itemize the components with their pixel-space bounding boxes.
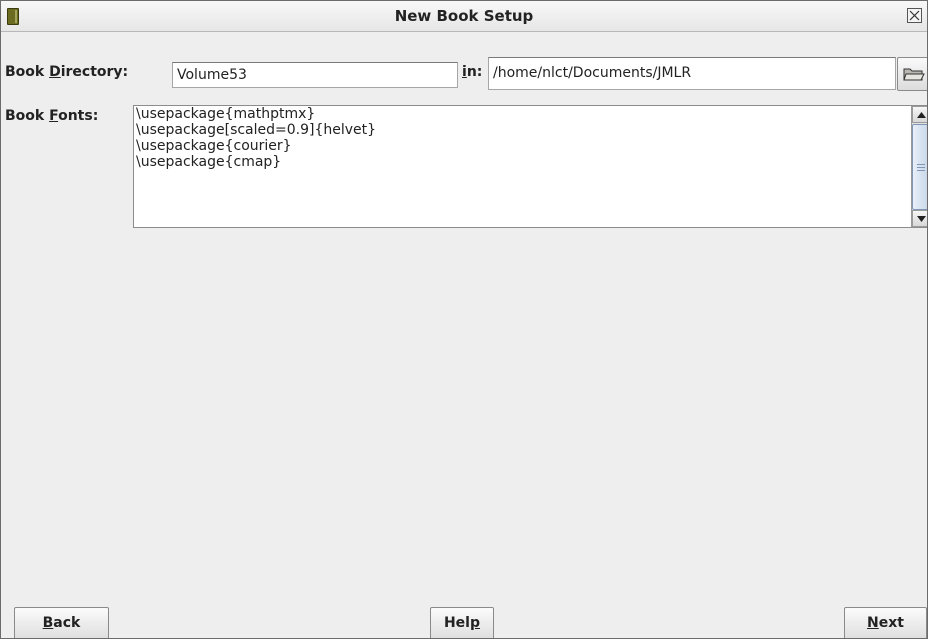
arrow-up-icon <box>917 112 926 118</box>
back-button[interactable]: Back <box>14 607 109 638</box>
help-button[interactable]: Help <box>430 607 494 638</box>
thumb-grip <box>917 167 925 168</box>
book-fonts-label-prefix: Book <box>5 108 50 124</box>
new-book-setup-dialog: New Book Setup Book Directory: Volume53 … <box>0 0 928 639</box>
book-fonts-label: Book Fonts: <box>5 108 98 124</box>
book-fonts-label-suffix: onts: <box>58 108 99 124</box>
book-fonts-textarea[interactable]: \usepackage{mathptmx} \usepackage[scaled… <box>133 105 927 228</box>
next-button-mnemonic: N <box>867 615 879 631</box>
thumb-grip <box>917 170 925 171</box>
book-directory-label-suffix: irectory: <box>60 64 129 80</box>
close-button[interactable] <box>907 8 922 23</box>
browse-button[interactable] <box>897 57 927 91</box>
title-bar: New Book Setup <box>1 1 927 32</box>
book-directory-label-prefix: Book <box>5 64 50 80</box>
next-button[interactable]: Next <box>844 607 927 638</box>
book-fonts-label-mnemonic: F <box>49 108 59 124</box>
directory-path-input[interactable]: /home/nlct/Documents/JMLR <box>488 57 896 90</box>
scroll-thumb[interactable] <box>912 124 927 210</box>
close-icon <box>909 10 920 21</box>
font-line: \usepackage{courier} <box>136 138 292 154</box>
scroll-up-button[interactable] <box>912 106 927 123</box>
book-directory-label: Book Directory: <box>5 64 128 80</box>
back-button-label: ack <box>53 615 81 631</box>
window-title: New Book Setup <box>394 7 534 25</box>
folder-open-icon <box>903 68 925 81</box>
help-button-label: Hel <box>443 615 470 631</box>
font-line: \usepackage{cmap} <box>136 154 282 170</box>
next-button-label: ext <box>878 615 904 631</box>
in-label: in: <box>462 64 482 80</box>
font-line: \usepackage{mathptmx} <box>136 106 316 122</box>
arrow-down-icon <box>917 216 926 222</box>
vertical-scrollbar[interactable] <box>911 106 927 227</box>
help-button-mnemonic: p <box>469 615 481 631</box>
scroll-down-button[interactable] <box>912 210 927 227</box>
font-line: \usepackage[scaled=0.9]{helvet} <box>136 122 377 138</box>
in-label-suffix: n: <box>466 64 483 80</box>
book-fonts-text[interactable]: \usepackage{mathptmx} \usepackage[scaled… <box>136 106 908 227</box>
book-directory-label-mnemonic: D <box>49 64 61 80</box>
book-directory-input[interactable]: Volume53 <box>172 62 458 88</box>
back-button-mnemonic: B <box>42 615 54 631</box>
thumb-grip <box>917 164 925 165</box>
